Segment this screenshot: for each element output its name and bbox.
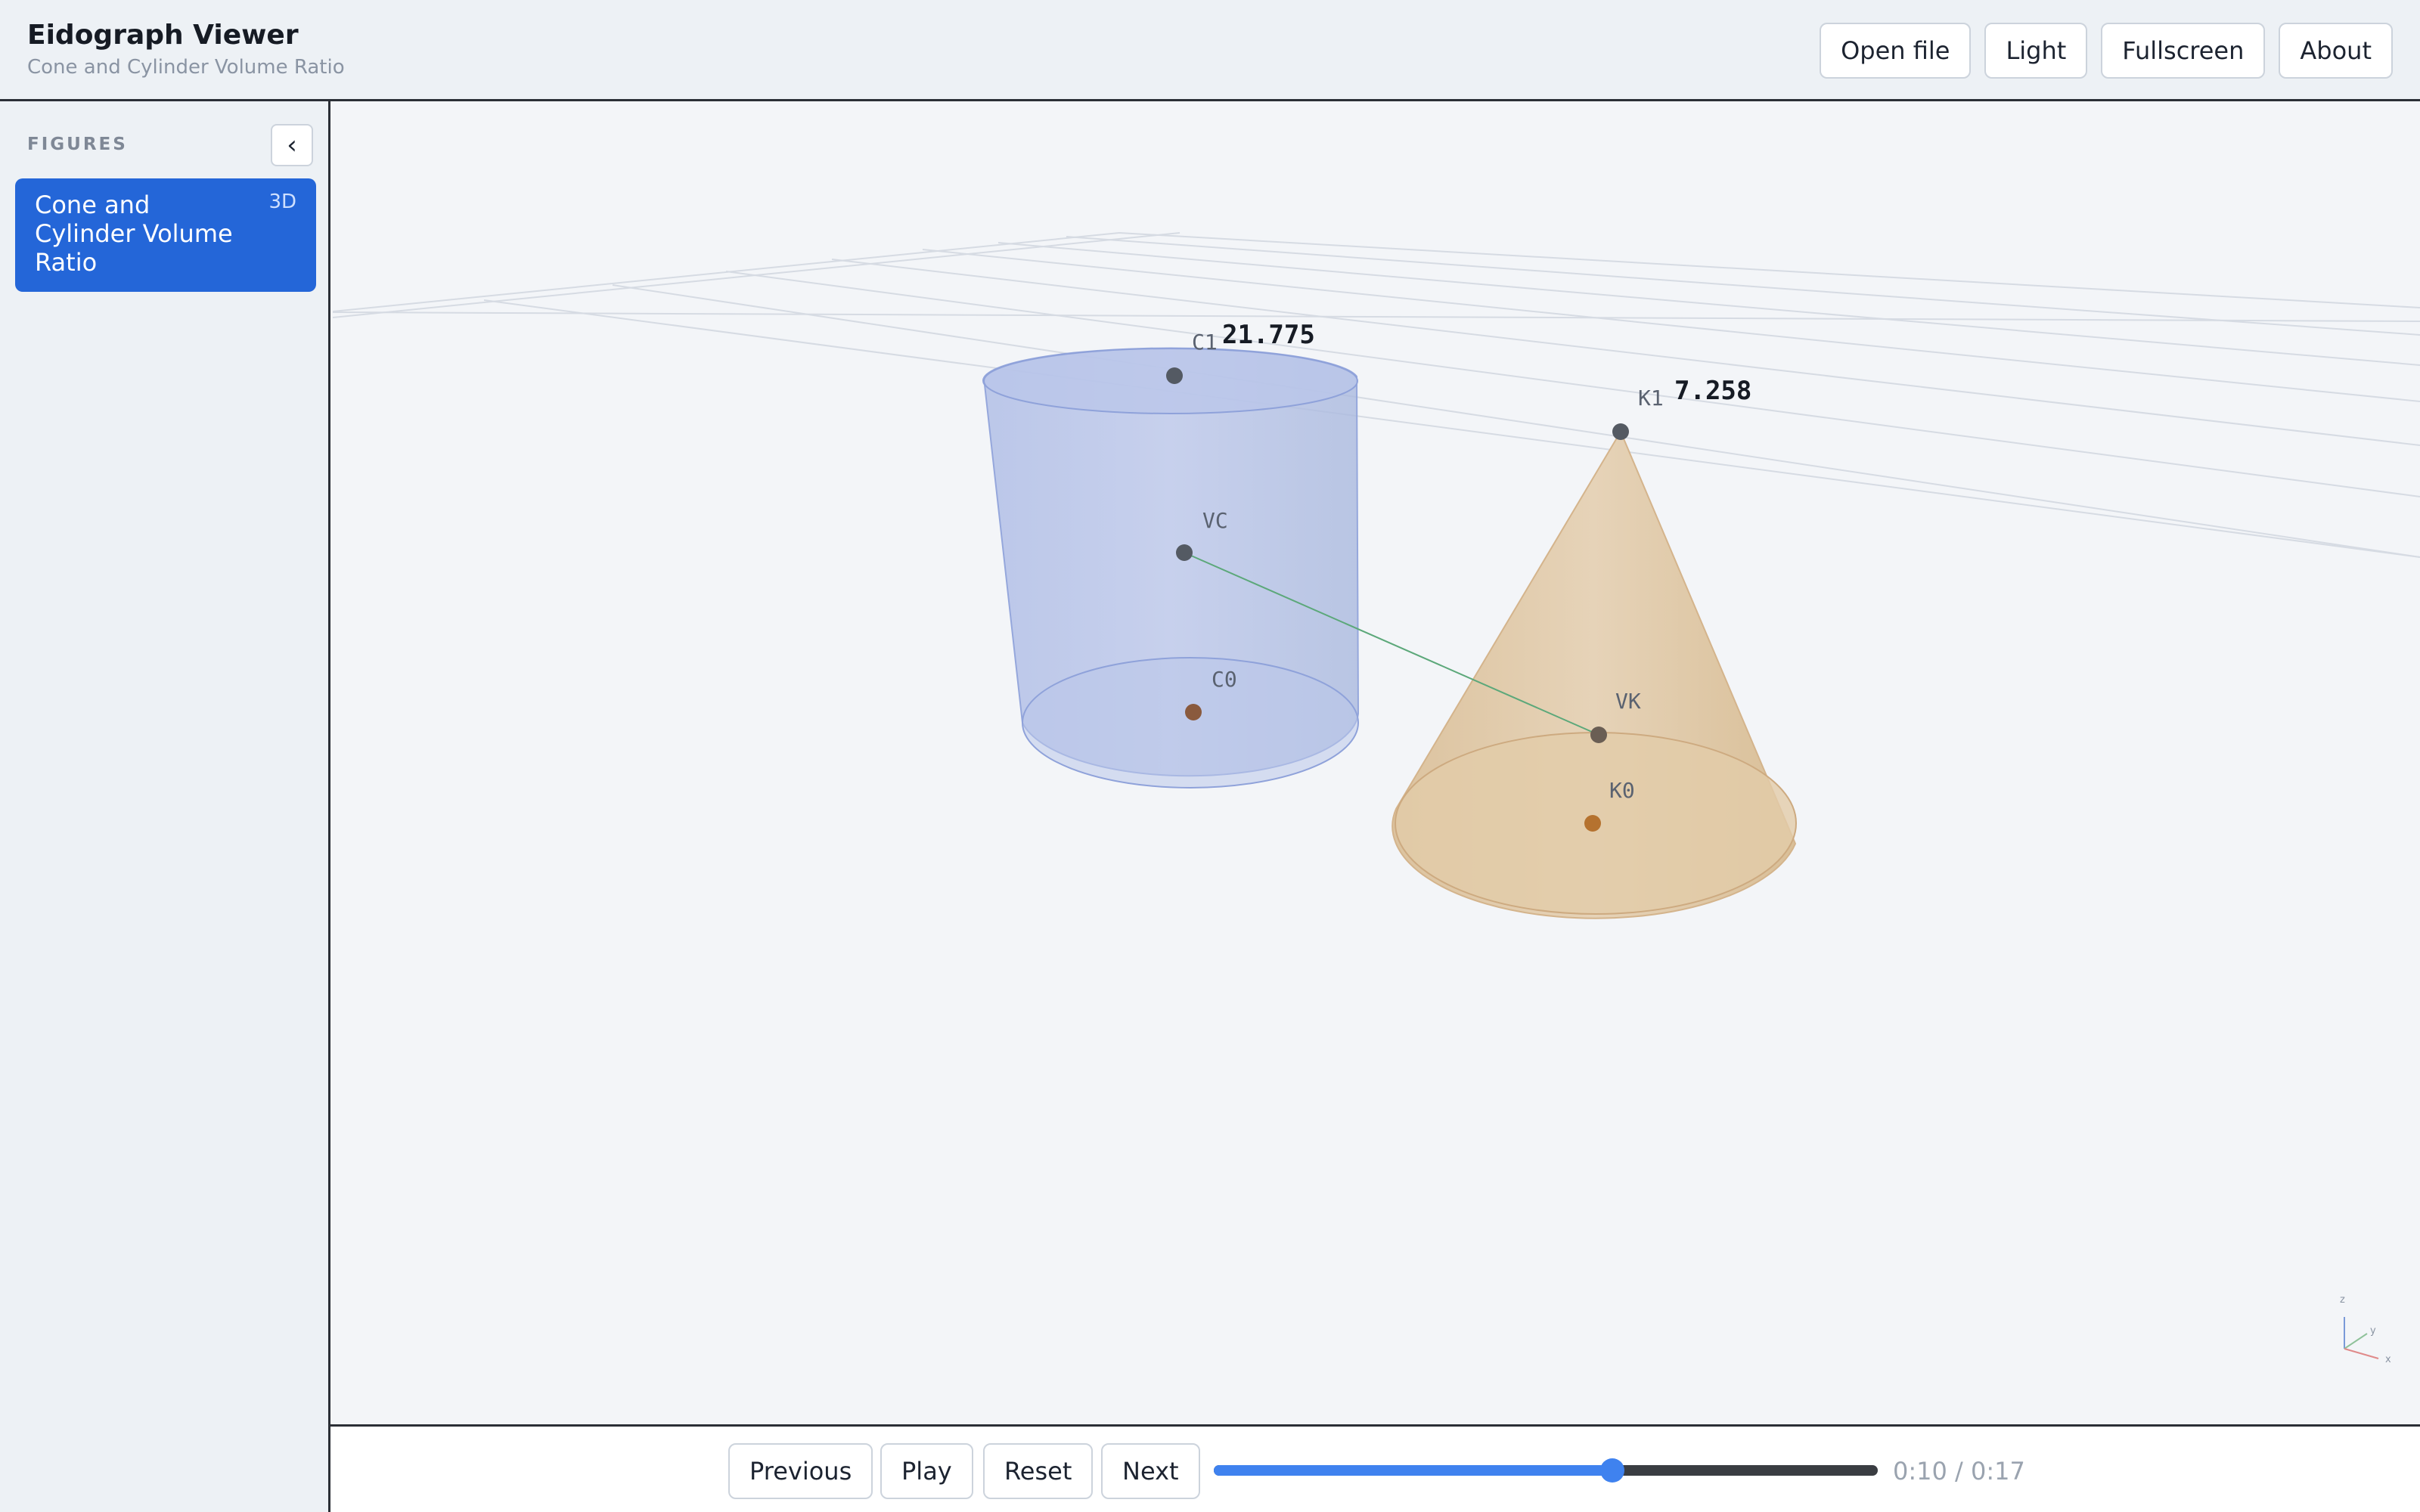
open-file-button[interactable]: Open file bbox=[1820, 23, 1972, 79]
axis-gizmo: z y x bbox=[2340, 1294, 2391, 1365]
label-k0: K0 bbox=[1609, 778, 1635, 803]
label-vc: VC bbox=[1202, 508, 1228, 533]
about-button[interactable]: About bbox=[2279, 23, 2393, 79]
cone-solid bbox=[1392, 429, 1797, 919]
figures-sidebar: FIGURES ‹ Cone and Cylinder Volume Ratio… bbox=[0, 101, 330, 1512]
scene-canvas[interactable]: C1 VC C0 K1 VK K0 21.775 7.258 z y x bbox=[333, 104, 2420, 1425]
axis-x-label: x bbox=[2385, 1354, 2391, 1365]
cone-volume-value: 7.258 bbox=[1674, 376, 1751, 406]
label-c1: C1 bbox=[1192, 330, 1218, 355]
reset-button[interactable]: Reset bbox=[983, 1443, 1094, 1499]
point-k1[interactable] bbox=[1612, 423, 1629, 440]
next-button[interactable]: Next bbox=[1101, 1443, 1200, 1499]
dimension-badge: 3D bbox=[268, 191, 296, 213]
header-toolbar: Open file Light Fullscreen About bbox=[1820, 23, 2393, 79]
cylinder-volume-value: 21.775 bbox=[1222, 320, 1315, 350]
point-c0[interactable] bbox=[1185, 704, 1202, 720]
ground-grid bbox=[333, 232, 2420, 558]
label-c0: C0 bbox=[1212, 667, 1237, 692]
chevron-left-icon: ‹ bbox=[287, 130, 297, 160]
point-k0[interactable] bbox=[1584, 815, 1601, 832]
app-title: Eidograph Viewer bbox=[27, 20, 299, 51]
figures-heading: FIGURES bbox=[27, 135, 128, 154]
playback-time: 0:10 / 0:17 bbox=[1893, 1457, 2025, 1486]
figure-item-title: Cone and Cylinder Volume Ratio bbox=[35, 191, 233, 277]
figure-viewport[interactable]: C1 VC C0 K1 VK K0 21.775 7.258 z y x bbox=[333, 104, 2420, 1425]
axis-y-label: y bbox=[2370, 1325, 2376, 1337]
previous-button[interactable]: Previous bbox=[728, 1443, 873, 1499]
collapse-sidebar-button[interactable]: ‹ bbox=[271, 124, 313, 166]
slider-thumb[interactable] bbox=[1599, 1458, 1624, 1483]
point-c1[interactable] bbox=[1166, 367, 1183, 384]
axis-z-label: z bbox=[2340, 1294, 2345, 1306]
fullscreen-button[interactable]: Fullscreen bbox=[2101, 23, 2266, 79]
play-button[interactable]: Play bbox=[880, 1443, 973, 1499]
label-vk: VK bbox=[1615, 689, 1641, 714]
timeline-slider[interactable] bbox=[1214, 1458, 1878, 1483]
figure-subtitle: Cone and Cylinder Volume Ratio bbox=[27, 56, 345, 79]
theme-toggle-button[interactable]: Light bbox=[1984, 23, 2088, 79]
cylinder-solid bbox=[982, 347, 1360, 789]
app-header: Eidograph Viewer Cone and Cylinder Volum… bbox=[0, 0, 2420, 101]
figure-list-item[interactable]: Cone and Cylinder Volume Ratio 3D bbox=[15, 178, 316, 292]
point-vk[interactable] bbox=[1590, 727, 1607, 743]
point-vc[interactable] bbox=[1176, 544, 1193, 561]
label-k1: K1 bbox=[1638, 386, 1664, 411]
playback-bar: Previous Play Reset Next 0:10 / 0:17 bbox=[330, 1424, 2420, 1512]
slider-progress-fill bbox=[1214, 1465, 1612, 1476]
